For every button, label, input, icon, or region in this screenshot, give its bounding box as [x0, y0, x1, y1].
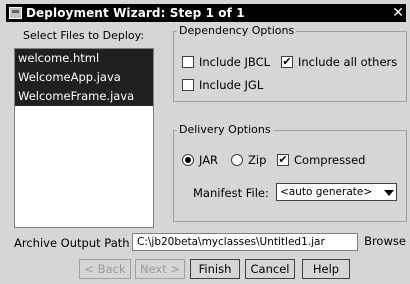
- manifest-file-value: <auto generate>: [280, 186, 373, 198]
- zip-radio[interactable]: [231, 154, 243, 166]
- list-item[interactable]: welcome.html: [15, 49, 153, 68]
- include-jgl-label: Include JGL: [199, 78, 264, 92]
- include-jbcl-label: Include JBCL: [199, 55, 271, 69]
- compressed-label: Compressed: [294, 153, 366, 167]
- delivery-options-legend: Delivery Options: [177, 123, 273, 136]
- manifest-file-select[interactable]: <auto generate>: [276, 183, 397, 201]
- jar-radio[interactable]: [182, 154, 194, 166]
- help-button[interactable]: Help: [302, 259, 350, 279]
- window-title: Deployment Wizard: Step 1 of 1: [26, 6, 245, 20]
- window-app-icon: [9, 7, 22, 19]
- list-item[interactable]: WelcomeApp.java: [15, 68, 153, 87]
- list-item[interactable]: WelcomeFrame.java: [15, 87, 153, 106]
- cancel-button[interactable]: Cancel: [245, 259, 295, 279]
- deployment-wizard-window: Deployment Wizard: Step 1 of 1 ✕ Select …: [0, 0, 410, 284]
- manifest-file-label: Manifest File:: [193, 186, 269, 200]
- title-bar: Deployment Wizard: Step 1 of 1 ✕: [6, 4, 406, 22]
- zip-label: Zip: [248, 153, 267, 167]
- include-jbcl-checkbox[interactable]: [182, 56, 194, 68]
- chevron-down-icon[interactable]: [384, 190, 394, 196]
- browse-button[interactable]: Browse: [362, 232, 408, 252]
- archive-output-path-field[interactable]: C:\jb20beta\myclasses\Untitled1.jar: [132, 233, 358, 251]
- select-files-label: Select Files to Deploy:: [23, 29, 145, 42]
- compressed-checkbox[interactable]: ✔: [277, 154, 289, 166]
- archive-output-path-label: Archive Output Path: [14, 236, 130, 250]
- include-jgl-checkbox[interactable]: [182, 79, 194, 91]
- dependency-options-legend: Dependency Options: [177, 24, 297, 37]
- include-all-others-checkbox[interactable]: ✔: [281, 56, 293, 68]
- jar-label: JAR: [199, 153, 219, 167]
- include-all-others-label: Include all others: [298, 55, 398, 69]
- back-button[interactable]: < Back: [79, 259, 131, 279]
- finish-button[interactable]: Finish: [190, 259, 240, 279]
- delivery-options-group: Delivery Options: [173, 123, 407, 222]
- files-list[interactable]: welcome.html WelcomeApp.java WelcomeFram…: [14, 48, 154, 228]
- next-button[interactable]: Next >: [135, 259, 185, 279]
- close-icon[interactable]: ✕: [392, 4, 404, 22]
